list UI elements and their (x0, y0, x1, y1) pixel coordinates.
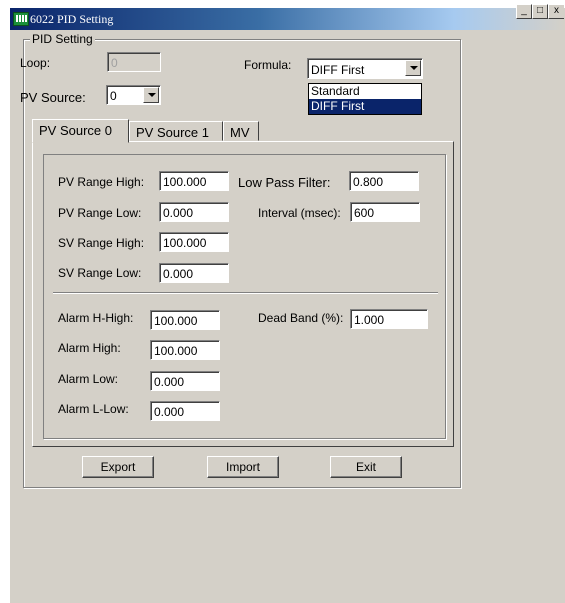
alarm-high-label: Alarm High: (58, 341, 121, 355)
loop-label: Loop: (20, 56, 51, 70)
sv-range-high-label: SV Range High: (58, 236, 145, 250)
formula-dropdown-button[interactable] (405, 60, 421, 76)
title-bar[interactable]: 6022 PID Setting (10, 8, 565, 30)
formula-label: Formula: (244, 58, 292, 72)
loop-field[interactable]: 0 (107, 52, 161, 72)
close-button[interactable]: x (548, 4, 564, 19)
sv-range-low-field[interactable]: 0.000 (159, 263, 229, 283)
sv-range-high-field[interactable]: 100.000 (159, 232, 229, 252)
pv-range-low-field[interactable]: 0.000 (159, 202, 229, 222)
pv-source-select[interactable]: 0 (106, 85, 161, 105)
tab-mv[interactable]: MV (223, 121, 259, 141)
alarm-low-label: Alarm Low: (58, 372, 119, 386)
alarm-high-field[interactable]: 100.000 (150, 340, 220, 360)
low-pass-filter-label: Low Pass Filter: (238, 175, 331, 190)
pv-range-high-field[interactable]: 100.000 (159, 171, 229, 191)
pv-range-low-label: PV Range Low: (58, 206, 142, 220)
formula-option-diff-first[interactable]: DIFF First (309, 99, 421, 114)
dead-band-field[interactable]: 1.000 (350, 309, 428, 329)
minimize-button[interactable]: _ (516, 4, 532, 19)
formula-value: DIFF First (311, 63, 365, 77)
alarm-l-low-label: Alarm L-Low: (58, 402, 129, 416)
formula-dropdown-list: Standard DIFF First (308, 83, 422, 115)
sv-range-low-label: SV Range Low: (58, 266, 142, 280)
export-button[interactable]: Export (82, 456, 154, 478)
chevron-down-icon (410, 66, 418, 70)
interval-field[interactable]: 600 (350, 202, 420, 222)
section-divider (53, 292, 438, 294)
chevron-down-icon (148, 93, 156, 97)
tab-pv-source-1[interactable]: PV Source 1 (129, 121, 223, 141)
pv-range-high-label: PV Range High: (58, 175, 145, 189)
alarm-h-high-label: Alarm H-High: (58, 311, 134, 325)
alarm-low-field[interactable]: 0.000 (150, 371, 220, 391)
settings-frame (43, 154, 446, 439)
app-icon[interactable] (13, 12, 29, 26)
pid-setting-window: 6022 PID Setting PID Setting Loop: 0 For… (10, 8, 565, 603)
tab-pv-source-0[interactable]: PV Source 0 (32, 119, 129, 143)
dead-band-label: Dead Band (%): (258, 311, 344, 325)
exit-button[interactable]: Exit (330, 456, 402, 478)
import-button[interactable]: Import (207, 456, 279, 478)
pv-source-value: 0 (110, 89, 117, 103)
alarm-l-low-field[interactable]: 0.000 (150, 401, 220, 421)
formula-select[interactable]: DIFF First (307, 58, 423, 79)
group-title: PID Setting (30, 32, 95, 46)
pv-source-label: PV Source: (20, 90, 86, 105)
interval-label: Interval (msec): (258, 206, 341, 220)
low-pass-filter-field[interactable]: 0.800 (349, 171, 419, 191)
formula-option-standard[interactable]: Standard (309, 84, 421, 99)
maximize-button[interactable]: □ (532, 4, 548, 19)
window-title: 6022 PID Setting (30, 12, 114, 26)
pv-source-dropdown-button[interactable] (143, 87, 159, 103)
alarm-h-high-field[interactable]: 100.000 (150, 310, 220, 330)
